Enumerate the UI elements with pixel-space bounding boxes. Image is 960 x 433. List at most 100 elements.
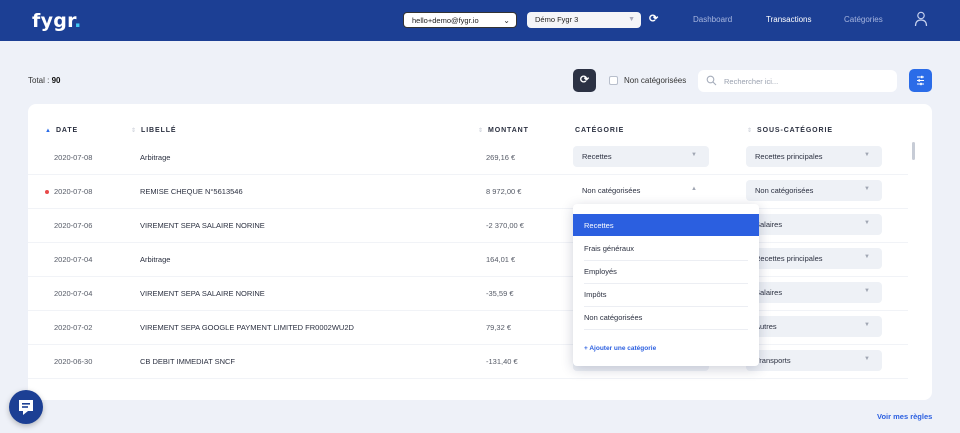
table-row[interactable]: 2020-07-08 Arbitrage 269,16 € Recettes ▼ … bbox=[28, 141, 908, 175]
sort-asc-icon: ▲ bbox=[45, 128, 51, 134]
table-row[interactable]: 2020-06-30 CB DEBIT IMMEDIAT SNCF -131,4… bbox=[28, 345, 908, 379]
column-label[interactable]: ⇕ LIBELLÉ bbox=[131, 127, 177, 134]
search-input[interactable] bbox=[724, 75, 884, 87]
sliders-icon bbox=[917, 75, 924, 86]
row-label: CB DEBIT IMMEDIAT SNCF bbox=[140, 357, 236, 366]
sort-icon: ⇕ bbox=[131, 128, 137, 134]
total-count: Total : 90 bbox=[28, 76, 60, 85]
subcategory-value: Salaires bbox=[755, 220, 783, 229]
view-rules-link[interactable]: Voir mes règles bbox=[877, 412, 932, 421]
row-label: VIREMENT SEPA GOOGLE PAYMENT LIMITED FR0… bbox=[140, 323, 354, 332]
row-date: 2020-07-08 bbox=[54, 153, 93, 162]
category-select[interactable]: Non catégorisées ▲ bbox=[573, 180, 709, 201]
dropdown-option-impots[interactable]: Impôts bbox=[573, 283, 759, 305]
subcategory-select[interactable]: Salaires ▼ bbox=[746, 282, 882, 303]
total-value: 90 bbox=[51, 76, 61, 85]
chevron-down-icon: ▼ bbox=[864, 152, 870, 158]
subcategory-value: Recettes principales bbox=[755, 152, 823, 161]
column-category-label: CATÉGORIE bbox=[575, 127, 625, 134]
dropdown-option-non-categorisees[interactable]: Non catégorisées bbox=[573, 306, 759, 328]
table-row[interactable]: 2020-07-08 REMISE CHEQUE N°5613546 8 972… bbox=[28, 175, 908, 209]
column-date[interactable]: ▲ DATE bbox=[45, 127, 78, 134]
row-amount: 164,01 € bbox=[486, 255, 516, 264]
row-label: REMISE CHEQUE N°5613546 bbox=[140, 187, 243, 196]
subcategory-select[interactable]: Non catégorisées ▼ bbox=[746, 180, 882, 201]
dropdown-divider bbox=[584, 329, 748, 330]
row-date: 2020-06-30 bbox=[54, 357, 93, 366]
column-date-label: DATE bbox=[55, 127, 79, 134]
sort-icon: ⇕ bbox=[747, 128, 753, 134]
uncategorized-dot bbox=[45, 190, 49, 194]
category-select[interactable]: Recettes ▼ bbox=[573, 146, 709, 167]
row-amount: 8 972,00 € bbox=[486, 187, 522, 196]
subcategory-select[interactable]: Transports ▼ bbox=[746, 350, 882, 371]
row-date: 2020-07-06 bbox=[54, 221, 93, 230]
table-row[interactable]: 2020-07-02 VIREMENT SEPA GOOGLE PAYMENT … bbox=[28, 311, 908, 345]
add-category-link[interactable]: + Ajouter une catégorie bbox=[584, 345, 656, 352]
chat-support-button[interactable] bbox=[9, 390, 43, 424]
search-box bbox=[698, 70, 897, 92]
category-value: Recettes bbox=[582, 152, 612, 161]
column-category[interactable]: CATÉGORIE bbox=[575, 127, 624, 134]
nav-categories[interactable]: Catégories bbox=[844, 15, 883, 24]
chevron-down-icon: ▼ bbox=[864, 356, 870, 362]
top-navbar: fygr. hello+demo@fygr.io ⌄ Démo Fygr 3 ▼… bbox=[0, 0, 960, 41]
user-profile-icon[interactable] bbox=[914, 11, 928, 27]
subcategory-select[interactable]: Autres ▼ bbox=[746, 316, 882, 337]
chevron-down-icon: ▼ bbox=[864, 254, 870, 260]
filter-button[interactable] bbox=[909, 69, 932, 92]
sort-icon: ⇕ bbox=[478, 128, 484, 134]
column-subcategory-label: SOUS-CATÉGORIE bbox=[757, 127, 833, 134]
dropdown-option-recettes[interactable]: Recettes bbox=[573, 214, 759, 236]
subcategory-value: Salaires bbox=[755, 288, 783, 297]
organization-select[interactable]: Démo Fygr 3 ▼ bbox=[527, 12, 641, 28]
dropdown-option-frais-generaux[interactable]: Frais généraux bbox=[573, 237, 759, 259]
nav-transactions[interactable]: Transactions bbox=[766, 15, 812, 24]
search-icon bbox=[706, 75, 717, 86]
uncategorized-checkbox[interactable] bbox=[609, 76, 618, 85]
subcategory-select[interactable]: Salaires ▼ bbox=[746, 214, 882, 235]
logo-text: fygr bbox=[32, 10, 75, 32]
organization-value: Démo Fygr 3 bbox=[535, 15, 579, 24]
refresh-icon[interactable]: ⟳ bbox=[649, 13, 661, 25]
row-label: VIREMENT SEPA SALAIRE NORINE bbox=[140, 221, 265, 230]
column-label-label: LIBELLÉ bbox=[141, 127, 177, 134]
row-amount: 79,32 € bbox=[486, 323, 512, 332]
chat-bubble-icon bbox=[19, 400, 33, 415]
nav-dashboard[interactable]: Dashboard bbox=[693, 15, 732, 24]
uncategorized-label[interactable]: Non catégorisées bbox=[624, 76, 686, 85]
row-amount: -35,59 € bbox=[486, 289, 514, 298]
table-scrollbar[interactable] bbox=[912, 142, 915, 160]
logo-dot: . bbox=[74, 10, 82, 32]
user-account-select[interactable]: hello+demo@fygr.io ⌄ bbox=[403, 12, 517, 28]
column-amount[interactable]: ⇕ MONTANT bbox=[478, 127, 529, 134]
refresh-button[interactable]: ⟳ bbox=[573, 69, 596, 92]
subcategory-select[interactable]: Recettes principales ▼ bbox=[746, 146, 882, 167]
category-dropdown-menu: Recettes Frais généraux Employés Impôts … bbox=[573, 204, 759, 366]
column-subcategory[interactable]: ⇕ SOUS-CATÉGORIE bbox=[747, 127, 833, 134]
subcategory-value: Transports bbox=[755, 356, 791, 365]
chevron-up-icon: ▲ bbox=[691, 186, 697, 192]
row-date: 2020-07-04 bbox=[54, 255, 93, 264]
subcategory-select[interactable]: Recettes principales ▼ bbox=[746, 248, 882, 269]
transactions-table: ▲ DATE ⇕ LIBELLÉ ⇕ MONTANT CATÉGORIE ⇕ SOUS-… bbox=[28, 104, 932, 400]
table-row[interactable]: 2020-07-04 VIREMENT SEPA SALAIRE NORINE … bbox=[28, 277, 908, 311]
row-amount: 269,16 € bbox=[486, 153, 516, 162]
row-date: 2020-07-08 bbox=[54, 187, 93, 196]
total-label: Total : bbox=[28, 76, 50, 85]
fygr-logo[interactable]: fygr. bbox=[32, 10, 82, 32]
chevron-down-icon: ▼ bbox=[628, 16, 635, 23]
row-amount: -131,40 € bbox=[486, 357, 518, 366]
row-label: Arbitrage bbox=[140, 153, 171, 162]
row-label: Arbitrage bbox=[140, 255, 171, 264]
table-row[interactable]: 2020-07-04 Arbitrage 164,01 € Recettes p… bbox=[28, 243, 908, 277]
subcategory-value: Non catégorisées bbox=[755, 186, 814, 195]
table-row[interactable]: 2020-07-06 VIREMENT SEPA SALAIRE NORINE … bbox=[28, 209, 908, 243]
row-label: VIREMENT SEPA SALAIRE NORINE bbox=[140, 289, 265, 298]
category-value: Non catégorisées bbox=[582, 186, 641, 195]
dropdown-option-employes[interactable]: Employés bbox=[573, 260, 759, 282]
row-amount: -2 370,00 € bbox=[486, 221, 524, 230]
subcategory-value: Recettes principales bbox=[755, 254, 823, 263]
refresh-icon: ⟳ bbox=[579, 74, 590, 86]
row-date: 2020-07-02 bbox=[54, 323, 93, 332]
